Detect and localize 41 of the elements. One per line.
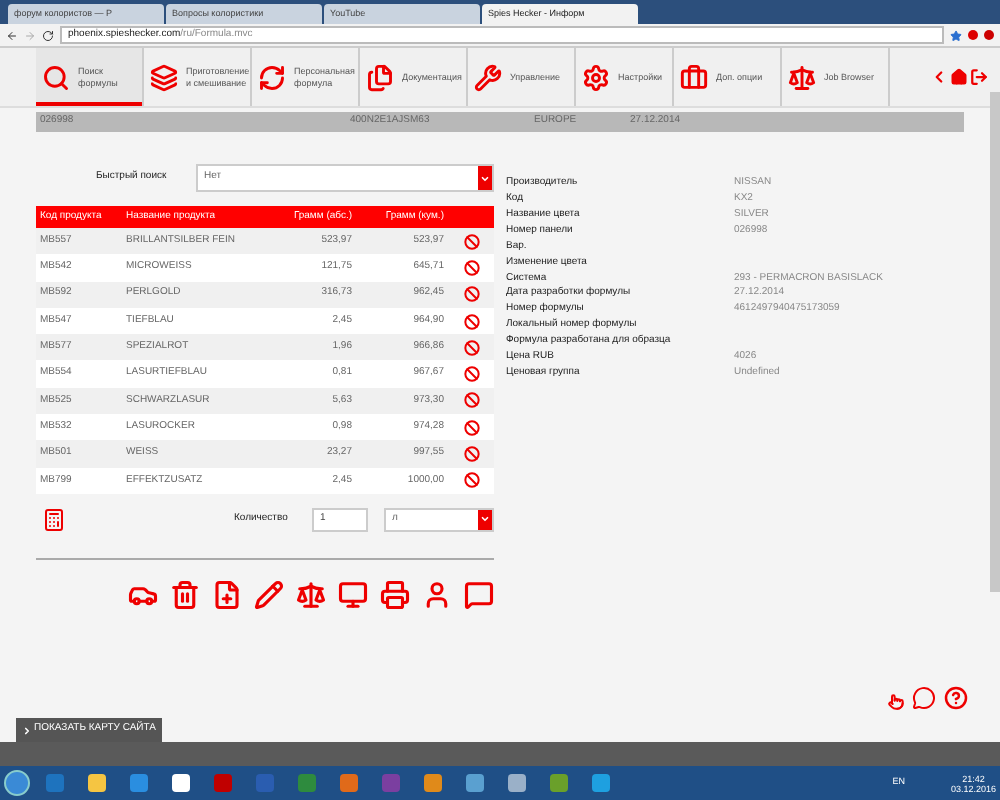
message-icon[interactable] [464,579,494,610]
remove-icon[interactable] [464,286,480,303]
refresh-icon [258,63,286,91]
remove-icon[interactable] [464,446,480,463]
files-icon [366,63,394,91]
star-icon[interactable] [950,29,962,41]
help-icon[interactable] [944,686,968,710]
figure-icon[interactable] [422,579,452,610]
monitor-icon[interactable] [338,579,368,610]
remove-icon[interactable] [464,233,480,250]
hand-pointer-icon[interactable] [888,694,904,710]
caret-icon [480,173,490,183]
scale-icon[interactable] [296,579,326,610]
caret-icon [480,514,490,525]
reload-icon[interactable] [42,29,54,41]
remove-icon[interactable] [464,259,480,276]
remove-icon[interactable] [464,419,480,436]
briefcase-icon [680,63,708,91]
stack-icon [150,63,178,91]
home-icon[interactable] [950,68,968,86]
logout-icon[interactable] [970,68,988,86]
printer-icon[interactable] [380,579,410,610]
gear-icon [582,63,610,91]
remove-icon[interactable] [464,392,480,409]
remove-icon[interactable] [464,472,480,489]
search-icon [42,63,70,91]
trash-icon[interactable] [170,579,200,610]
pencil-icon[interactable] [254,579,284,610]
remove-icon[interactable] [464,366,480,383]
wrench-icon [474,63,502,91]
remove-icon[interactable] [464,339,480,356]
start-button[interactable] [4,770,30,796]
file-plus-icon[interactable] [212,579,242,610]
calculator-icon[interactable] [42,507,66,532]
back-icon[interactable] [6,29,18,41]
chevron-icon [22,725,32,735]
remove-icon[interactable] [464,313,480,330]
back-icon[interactable] [930,68,948,86]
scale-icon [788,63,816,91]
scrollbar[interactable] [990,92,1000,592]
speech-bubble-icon[interactable] [912,686,936,710]
